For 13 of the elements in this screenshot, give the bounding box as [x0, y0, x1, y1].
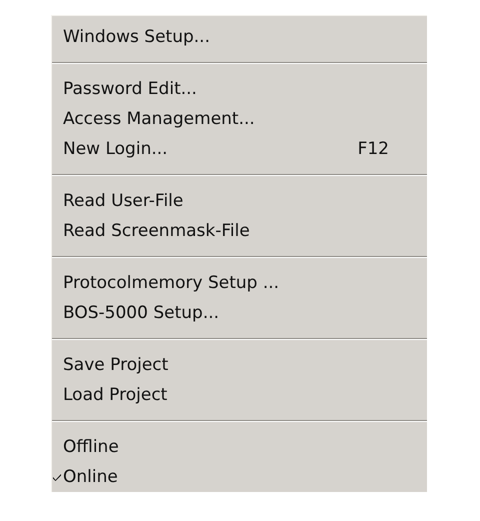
- menu-item[interactable]: New Login... F12: [52, 134, 427, 164]
- menu-item[interactable]: Read User-File: [52, 186, 427, 216]
- menu-item[interactable]: Online: [52, 462, 427, 492]
- menu-item[interactable]: Access Management...: [52, 104, 427, 134]
- menu-item[interactable]: Offline: [52, 432, 427, 462]
- menu-item[interactable]: Read Screenmask-File: [52, 216, 427, 246]
- menu-item[interactable]: Protocolmemory Setup ...: [52, 268, 427, 298]
- menu-item[interactable]: Save Project: [52, 350, 427, 380]
- menu-item[interactable]: Load Project: [52, 380, 427, 410]
- menu-item[interactable]: BOS-5000 Setup...: [52, 298, 427, 328]
- menu-item[interactable]: Password Edit...: [52, 74, 427, 104]
- shortcut-text: F12: [358, 139, 389, 159]
- menu-item[interactable]: Windows Setup...: [52, 22, 427, 52]
